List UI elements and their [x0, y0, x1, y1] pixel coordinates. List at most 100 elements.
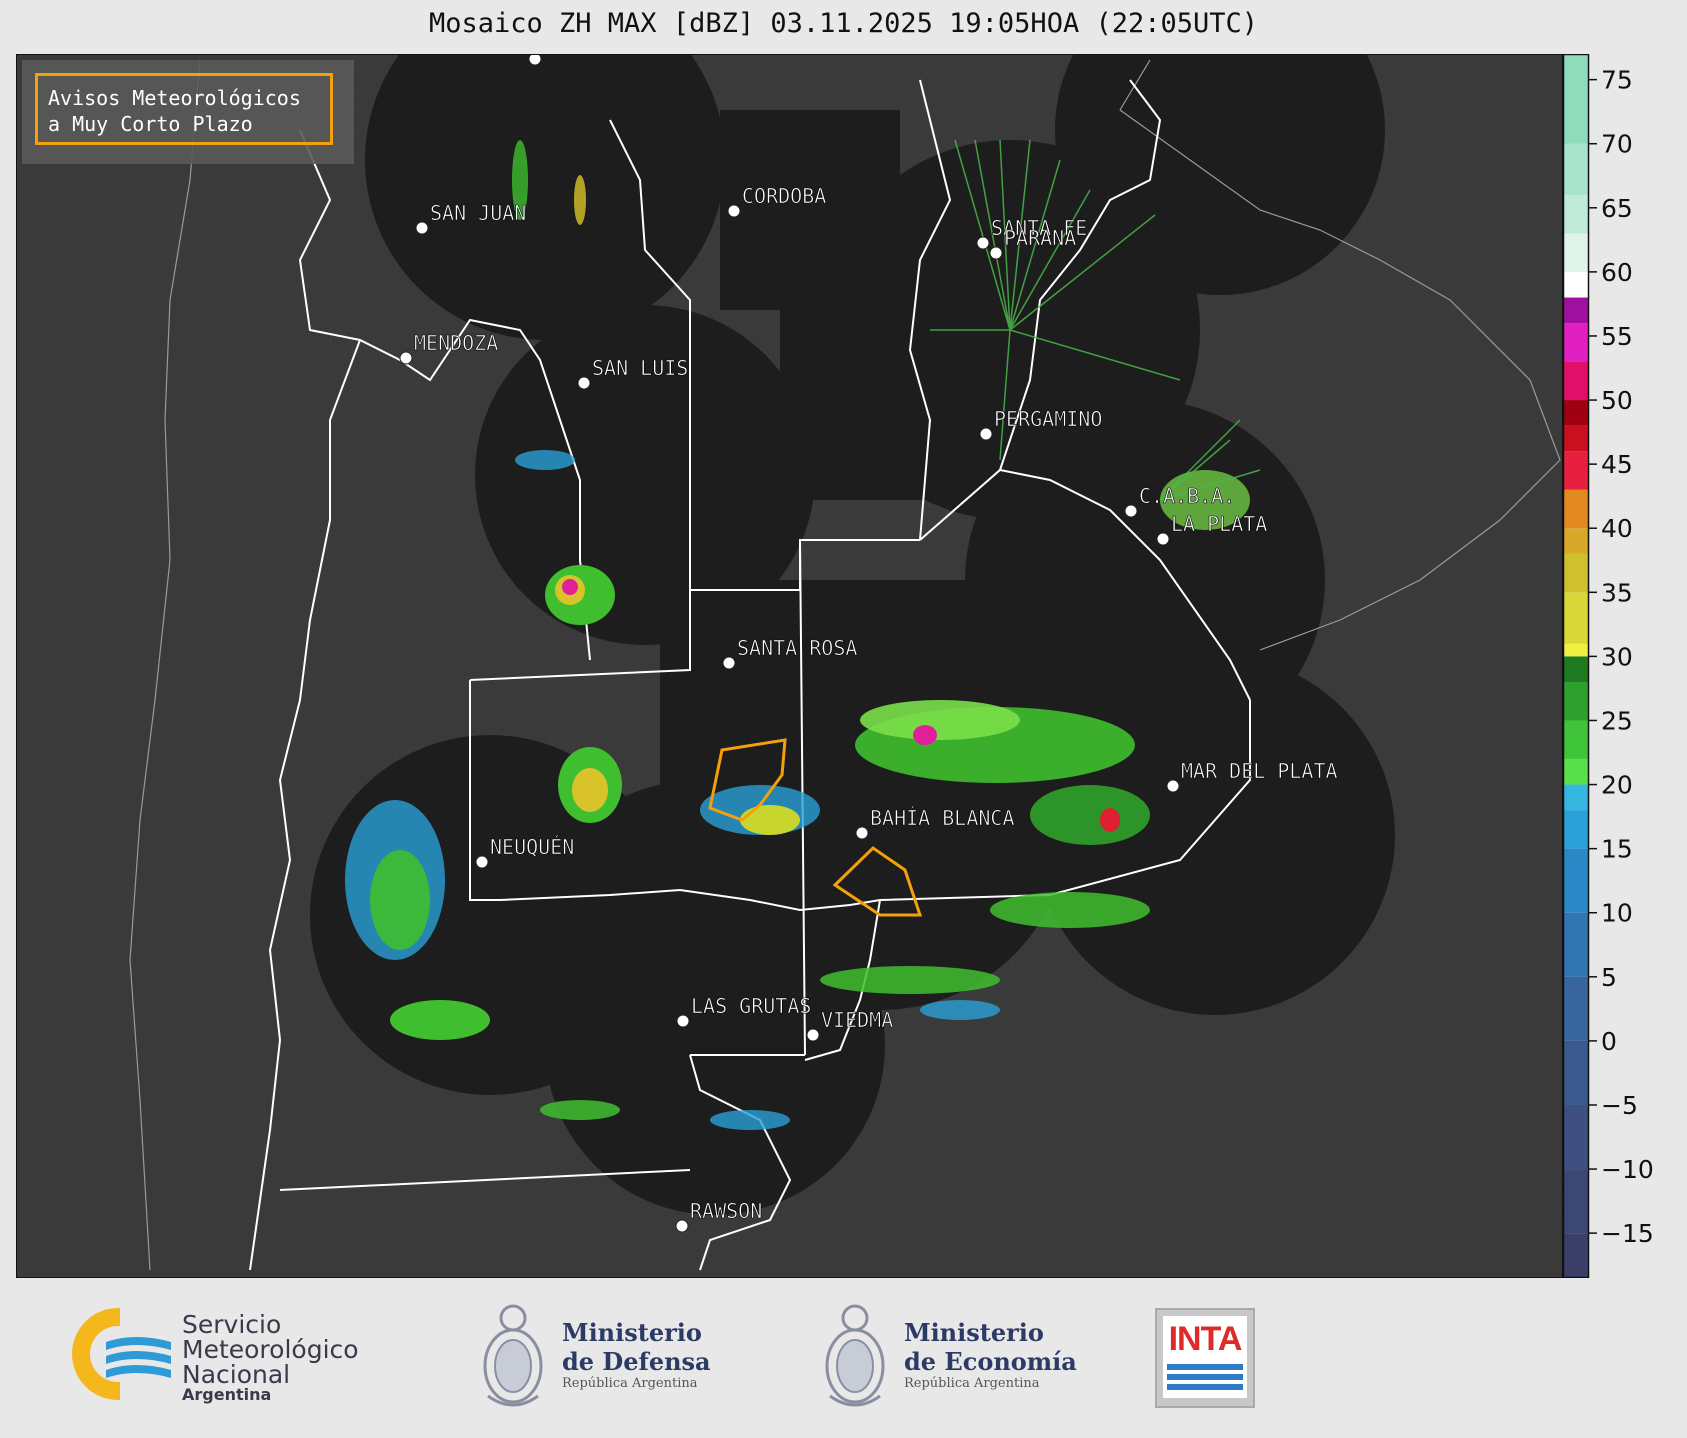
city-label: NEUQUÉN — [490, 835, 574, 859]
colorbar-band — [1563, 656, 1589, 683]
logos-footer: Servicio Meteorológico Nacional Argentin… — [0, 1278, 1687, 1438]
city-dot — [399, 351, 413, 365]
colorbar-tick-label: −15 — [1601, 1219, 1654, 1248]
colorbar-tick-label: 55 — [1601, 322, 1633, 351]
colorbar-band — [1563, 784, 1589, 811]
city-dot — [979, 427, 993, 441]
coat-of-arms-icon — [483, 1304, 543, 1407]
city-label: C.A.B.A. — [1139, 484, 1235, 508]
colorbar-band — [1563, 425, 1589, 452]
colorbar-band — [1563, 553, 1589, 593]
city-label: LA PLATA — [1171, 512, 1267, 536]
warnings-legend-line1: Avisos Meteorológicos — [48, 86, 301, 110]
smn-logo: Servicio Meteorológico Nacional Argentin… — [66, 1304, 386, 1404]
smn-line3: Nacional — [182, 1360, 291, 1389]
colorbar-band — [1563, 143, 1589, 195]
radar-map[interactable]: LA RIOJAMERCEDESSAN JUANCORDOBASANTA FEP… — [16, 54, 1563, 1278]
colorbar-band — [1563, 271, 1589, 298]
colorbar-band — [1563, 1169, 1589, 1234]
colorbar-band — [1563, 848, 1589, 913]
colorbar-band — [1563, 682, 1589, 721]
inta-text: INTA — [1168, 1320, 1243, 1358]
city-dot — [415, 221, 429, 235]
smn-line2: Meteorológico — [182, 1335, 359, 1364]
city-dot — [1166, 779, 1180, 793]
city-label: MENDOZA — [414, 331, 498, 355]
city-label: SANTA ROSA — [737, 636, 857, 660]
city-label: SAN LUIS — [592, 356, 688, 380]
colorbar-tick-label: 35 — [1601, 578, 1633, 607]
economia-line3: República Argentina — [904, 1376, 1040, 1391]
colorbar-band — [1563, 451, 1589, 490]
city-dot — [989, 246, 1003, 260]
city-label: RAWSON — [690, 1199, 762, 1223]
colorbar-band — [1563, 976, 1589, 1041]
city-label: CORDOBA — [742, 184, 826, 208]
economia-line2: de Economía — [904, 1347, 1077, 1376]
city-dot — [855, 826, 869, 840]
defensa-logo: Ministerio de Defensa República Argentin… — [478, 1296, 738, 1416]
city-dot — [475, 855, 489, 869]
colorbar-tick-label: 10 — [1601, 899, 1633, 928]
colorbar-band — [1563, 1233, 1589, 1278]
map-title: Mosaico ZH MAX [dBZ] 03.11.2025 19:05HOA… — [428, 8, 1259, 39]
colorbar-band — [1563, 758, 1589, 785]
colorbar-tick-label: 30 — [1601, 642, 1633, 671]
colorbar-tick-label: 40 — [1601, 514, 1633, 543]
city-dot — [1124, 504, 1138, 518]
defensa-line1: Ministerio — [562, 1318, 702, 1347]
colorbar-tick-label: 25 — [1601, 706, 1633, 735]
colorbar-tick-label: 70 — [1601, 130, 1633, 159]
economia-line1: Ministerio — [904, 1318, 1044, 1347]
city-dot — [806, 1028, 820, 1042]
city-dot — [577, 376, 591, 390]
defensa-line2: de Defensa — [562, 1347, 711, 1376]
colorbar-band — [1563, 592, 1589, 644]
city-dot — [976, 236, 990, 250]
colorbar-band — [1563, 361, 1589, 401]
city-label: LAS GRUTAS — [691, 994, 811, 1018]
city-dot — [722, 656, 736, 670]
city-label: VIEDMA — [821, 1008, 893, 1032]
city-label: SAN JUAN — [430, 201, 526, 225]
economia-logo: Ministerio de Economía República Argenti… — [820, 1296, 1080, 1416]
colorbar-band — [1563, 1040, 1589, 1105]
city-dot — [528, 54, 542, 66]
colorbar-band — [1563, 643, 1589, 657]
smn-emblem — [72, 1304, 176, 1404]
colorbar-band — [1563, 489, 1589, 529]
colorbar-band — [1563, 720, 1589, 759]
warnings-legend: Avisos Meteorológicos a Muy Corto Plazo — [22, 60, 354, 164]
colorbar-band — [1563, 810, 1589, 849]
city-dot — [676, 1014, 690, 1028]
smn-line1: Servicio — [182, 1310, 282, 1339]
colorbar-band — [1563, 1104, 1589, 1170]
city-dot — [1156, 532, 1170, 546]
colorbar-tick-label: 60 — [1601, 258, 1633, 287]
colorbar-tick-label: 5 — [1601, 963, 1617, 992]
colorbar-band — [1563, 912, 1589, 977]
colorbar-band — [1563, 233, 1589, 272]
city-label: PERGAMINO — [994, 407, 1102, 431]
city-label: PARANA — [1004, 226, 1076, 250]
colorbar-band — [1563, 323, 1589, 362]
defensa-line3: República Argentina — [562, 1376, 698, 1391]
colorbar-band — [1563, 194, 1589, 234]
colorbar-tick-label: 75 — [1601, 66, 1633, 95]
city-dot — [727, 204, 741, 218]
colorbar-band — [1563, 54, 1589, 144]
colorbar-tick-label: 20 — [1601, 771, 1633, 800]
colorbar-band — [1563, 400, 1589, 426]
inta-logo: INTA — [1155, 1308, 1255, 1408]
colorbar-tick-label: 15 — [1601, 835, 1633, 864]
colorbar-tick-label: −5 — [1601, 1091, 1638, 1120]
colorbar-tick-label: −10 — [1601, 1155, 1654, 1184]
colorbar-band — [1563, 297, 1589, 324]
colorbar: 75 70 65 60 55 50 45 40 35 30 25 20 15 10 5 0 −5 −10 −15 — [1562, 53, 1687, 1282]
city-dot — [675, 1219, 689, 1233]
city-label: BAHÍA BLANCA — [870, 806, 1015, 830]
colorbar-tick-label: 65 — [1601, 194, 1633, 223]
smn-line4: Argentina — [182, 1385, 272, 1404]
colorbar-tick-label: 45 — [1601, 450, 1633, 479]
warnings-legend-frame: Avisos Meteorológicos a Muy Corto Plazo — [35, 73, 333, 145]
